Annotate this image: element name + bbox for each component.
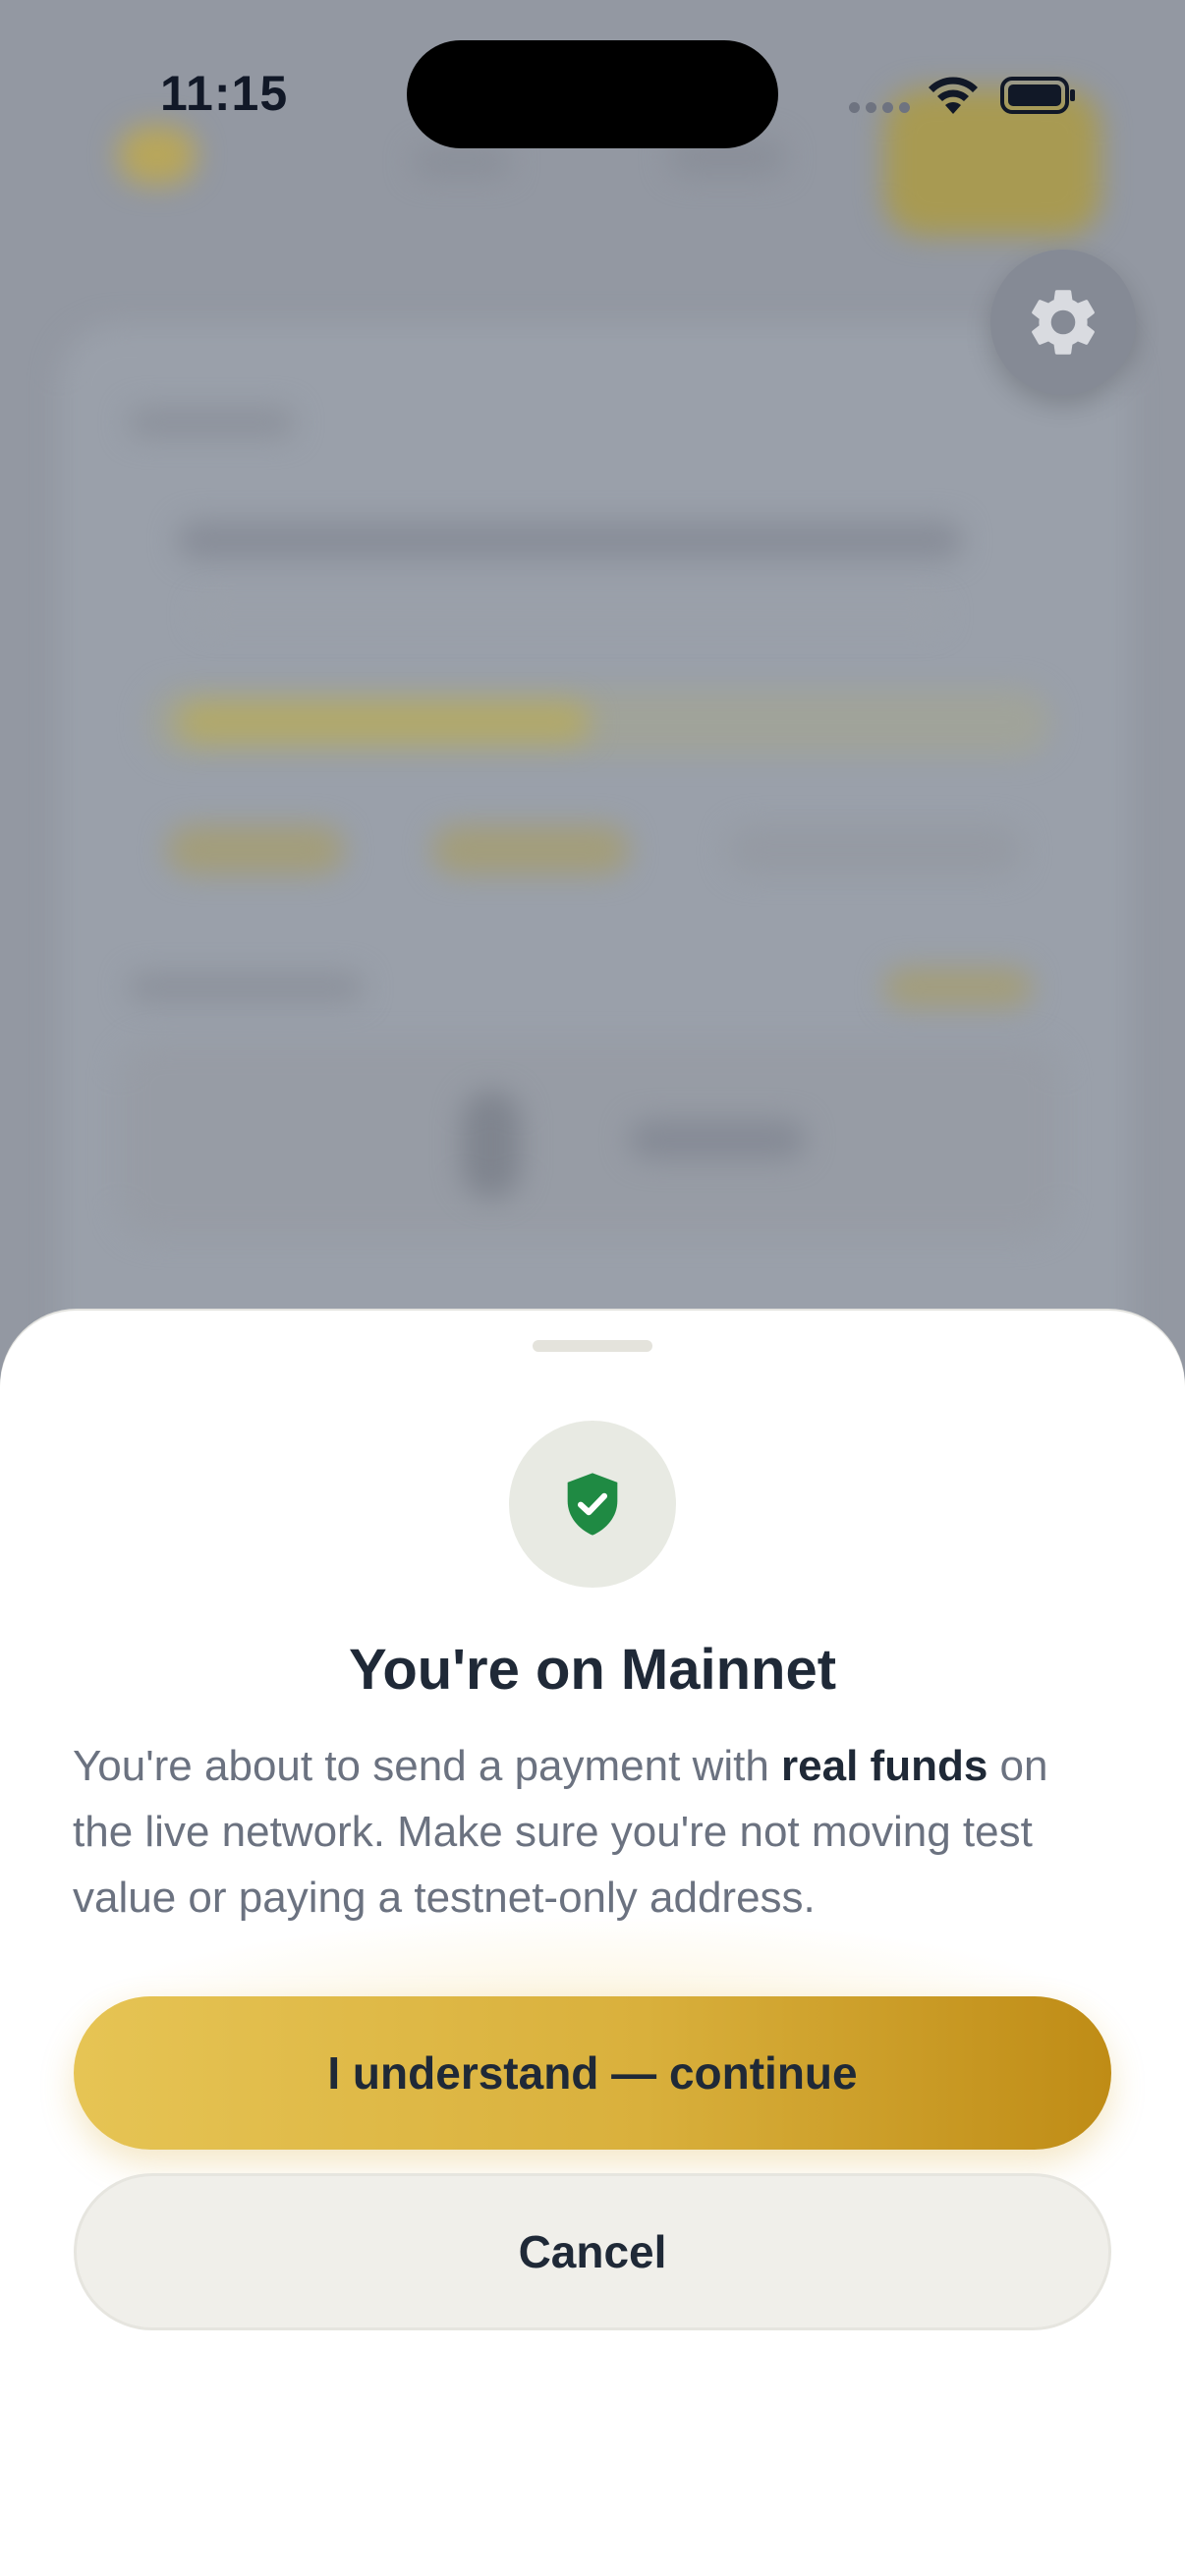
continue-button[interactable]: I understand — continue xyxy=(74,1996,1111,2150)
shield-badge xyxy=(509,1421,676,1588)
blurred-link xyxy=(884,968,1032,1007)
mainnet-warning-sheet: You're on Mainnet You're about to send a… xyxy=(0,1311,1185,2576)
status-bar: 11:15 xyxy=(0,0,1185,187)
dynamic-island xyxy=(407,40,778,148)
signal-dots-icon xyxy=(849,102,910,113)
blurred-text xyxy=(629,1120,806,1159)
sheet-body-text: You're about to send a payment with real… xyxy=(73,1733,1114,1931)
blurred-input xyxy=(177,521,963,560)
battery-icon xyxy=(1000,77,1075,114)
background-app: 11:15 xyxy=(0,0,1185,1375)
sheet-title: You're on Mainnet xyxy=(348,1638,837,1702)
blurred-label xyxy=(128,973,364,1002)
settings-button[interactable] xyxy=(990,250,1136,395)
blurred-icon xyxy=(462,1091,521,1199)
status-time: 11:15 xyxy=(160,66,289,121)
shield-check-icon xyxy=(567,1473,618,1536)
wifi-icon xyxy=(929,77,978,114)
body-text-start: You're about to send a payment with xyxy=(73,1742,782,1790)
blurred-panel xyxy=(118,1041,1061,1238)
blurred-amount-text xyxy=(177,702,590,742)
blurred-chip xyxy=(727,825,1022,874)
blurred-text xyxy=(197,599,943,629)
sheet-grabber[interactable] xyxy=(533,1340,652,1352)
gear-icon xyxy=(1032,290,1095,355)
blurred-chip xyxy=(432,825,629,874)
body-text-emphasis: real funds xyxy=(781,1742,988,1790)
blurred-label xyxy=(128,408,295,437)
blurred-chip xyxy=(167,825,344,874)
cancel-button[interactable]: Cancel xyxy=(74,2173,1111,2330)
